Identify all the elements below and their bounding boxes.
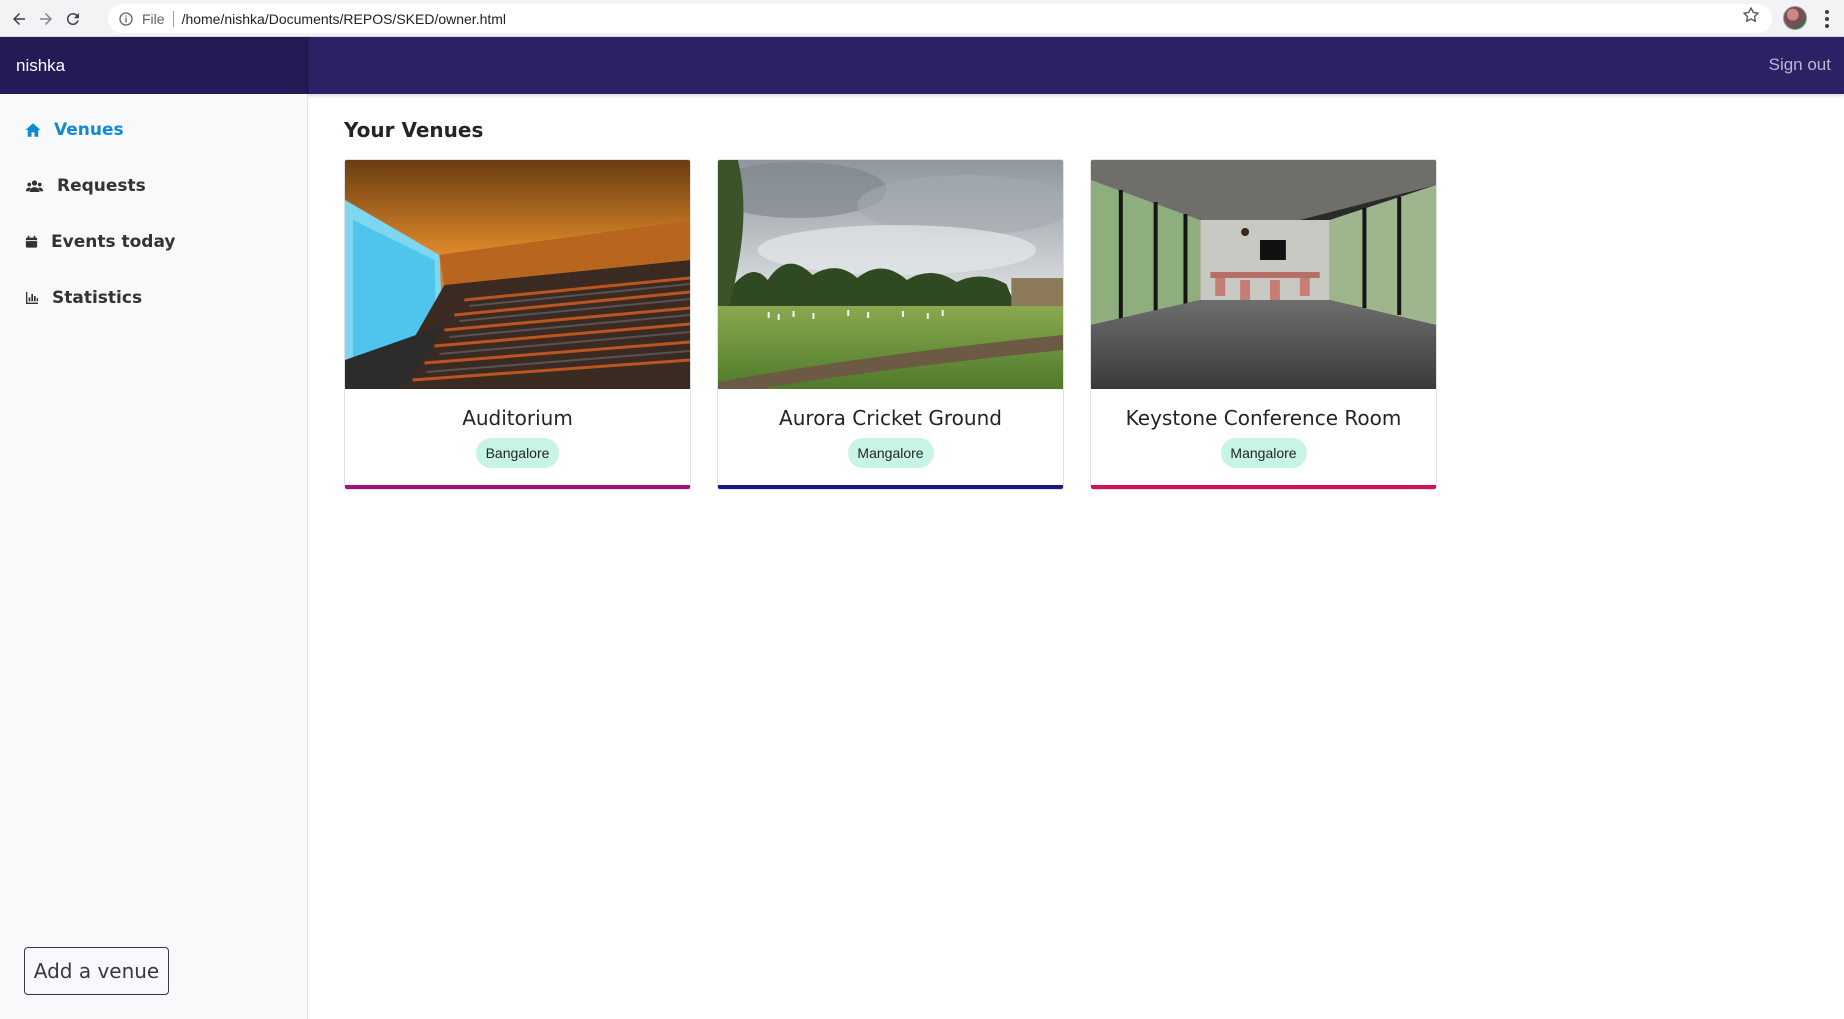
arrow-left-icon	[13, 13, 25, 25]
sidebar-item-label: Requests	[57, 176, 146, 196]
top-navbar: nishka Sign out	[0, 37, 1844, 94]
calendar-icon	[25, 235, 38, 248]
brand-username[interactable]: nishka	[0, 37, 308, 94]
cricket-ground-photo	[718, 160, 1063, 389]
add-venue-button[interactable]: Add a venue	[24, 947, 169, 995]
reload-button[interactable]	[60, 6, 86, 32]
sidebar-item-statistics[interactable]: Statistics	[24, 286, 142, 310]
url-text[interactable]: /home/nishka/Documents/REPOS/SKED/owner.…	[182, 11, 506, 27]
bar-chart-icon	[26, 292, 38, 304]
sidebar-item-label: Venues	[54, 120, 124, 140]
browser-toolbar: File /home/nishka/Documents/REPOS/SKED/o…	[0, 0, 1844, 37]
sidebar-item-requests[interactable]: Requests	[24, 174, 146, 198]
sidebar-item-label: Statistics	[52, 288, 143, 308]
conference-room-photo	[1091, 160, 1436, 389]
venue-card[interactable]: Aurora Cricket Ground Mangalore	[717, 159, 1064, 490]
sidebar-item-events-today[interactable]: Events today	[24, 230, 176, 254]
reload-icon	[66, 13, 79, 26]
card-accent-bar	[345, 485, 690, 489]
arrow-right-icon	[40, 13, 52, 25]
sidebar-item-label: Events today	[51, 232, 176, 252]
card-accent-bar	[1091, 485, 1436, 489]
home-icon	[25, 123, 41, 137]
venue-name: Auditorium	[462, 406, 573, 430]
profile-avatar[interactable]	[1783, 6, 1807, 30]
browser-menu-icon[interactable]	[1819, 8, 1835, 30]
url-separator	[172, 10, 174, 27]
venue-name: Keystone Conference Room	[1125, 406, 1402, 430]
venue-card[interactable]: Auditorium Bangalore	[344, 159, 691, 490]
page-title: Your Venues	[344, 118, 484, 142]
sidebar-item-venues[interactable]: Venues	[24, 118, 124, 142]
venue-card[interactable]: Keystone Conference Room Mangalore	[1090, 159, 1437, 490]
card-accent-bar	[718, 485, 1063, 489]
bookmark-star-icon[interactable]	[1741, 5, 1761, 25]
users-icon	[25, 180, 44, 192]
city-badge: Bangalore	[475, 438, 560, 468]
forward-button[interactable]	[33, 6, 59, 32]
city-badge: Mangalore	[1220, 438, 1307, 468]
city-badge: Mangalore	[847, 438, 934, 468]
auditorium-photo	[345, 160, 690, 389]
sign-out-link[interactable]: Sign out	[1769, 55, 1831, 75]
sidebar: Venues Requests Events today Statistics …	[0, 94, 308, 1019]
back-button[interactable]	[6, 6, 32, 32]
info-icon[interactable]	[118, 11, 134, 27]
address-bar[interactable]: File /home/nishka/Documents/REPOS/SKED/o…	[108, 4, 1772, 33]
venue-name: Aurora Cricket Ground	[779, 406, 1002, 430]
url-scheme-label: File	[142, 10, 165, 27]
